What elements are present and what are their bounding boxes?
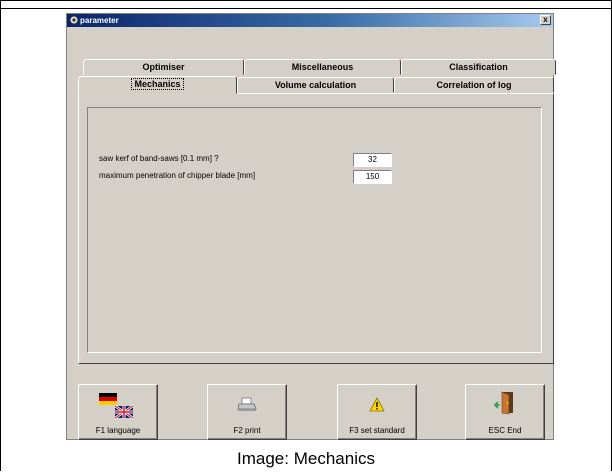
- button-label: F1 language: [95, 426, 141, 435]
- button-label: F2 print: [233, 426, 261, 435]
- tab-miscellaneous[interactable]: Miscellaneous: [244, 59, 401, 75]
- exit-door-icon: [494, 391, 513, 415]
- tab-correlation-of-log[interactable]: Correlation of log: [394, 77, 554, 93]
- tab-label: Volume calculation: [274, 80, 357, 90]
- tab-classification[interactable]: Classification: [401, 59, 556, 75]
- gear-icon: [69, 15, 79, 25]
- chipper-penetration-label: maximum penetration of chipper blade [mm…: [99, 171, 256, 180]
- esc-end-button[interactable]: ESC End: [465, 384, 545, 440]
- settings-group: saw kerf of band-saws [0.1 mm] ? 32 maxi…: [87, 107, 542, 353]
- close-button[interactable]: x: [540, 15, 551, 25]
- tab-mechanics[interactable]: Mechanics: [78, 76, 237, 94]
- tab-panel: saw kerf of band-saws [0.1 mm] ? 32 maxi…: [78, 93, 554, 364]
- tab-label: Classification: [449, 62, 508, 72]
- frame-top-line: [0, 8, 612, 9]
- image-caption: Image: Mechanics: [237, 449, 375, 468]
- button-label: F3 set standard: [349, 426, 405, 435]
- tab-label: Mechanics: [131, 78, 184, 90]
- saw-kerf-field[interactable]: 32: [353, 153, 392, 167]
- window-title: parameter: [80, 16, 119, 25]
- chipper-penetration-field[interactable]: 150: [353, 170, 392, 184]
- tab-label: Miscellaneous: [291, 62, 354, 72]
- tab-label: Correlation of log: [436, 80, 512, 90]
- f1-language-button[interactable]: F1 language: [78, 384, 158, 440]
- parameter-window: parameter x Optimiser Miscellaneous Clas…: [66, 13, 556, 440]
- printer-icon: [237, 397, 257, 411]
- tab-volume-calculation[interactable]: Volume calculation: [237, 77, 394, 93]
- f3-set-standard-button[interactable]: F3 set standard: [337, 384, 417, 440]
- f2-print-button[interactable]: F2 print: [207, 384, 287, 440]
- tab-optimiser[interactable]: Optimiser: [83, 59, 244, 75]
- saw-kerf-label: saw kerf of band-saws [0.1 mm] ?: [99, 154, 219, 163]
- tab-label: Optimiser: [142, 62, 185, 72]
- button-label: ESC End: [488, 426, 522, 435]
- language-flags-icon: [99, 393, 134, 419]
- warning-icon: [369, 397, 385, 412]
- title-bar[interactable]: parameter x: [67, 14, 553, 27]
